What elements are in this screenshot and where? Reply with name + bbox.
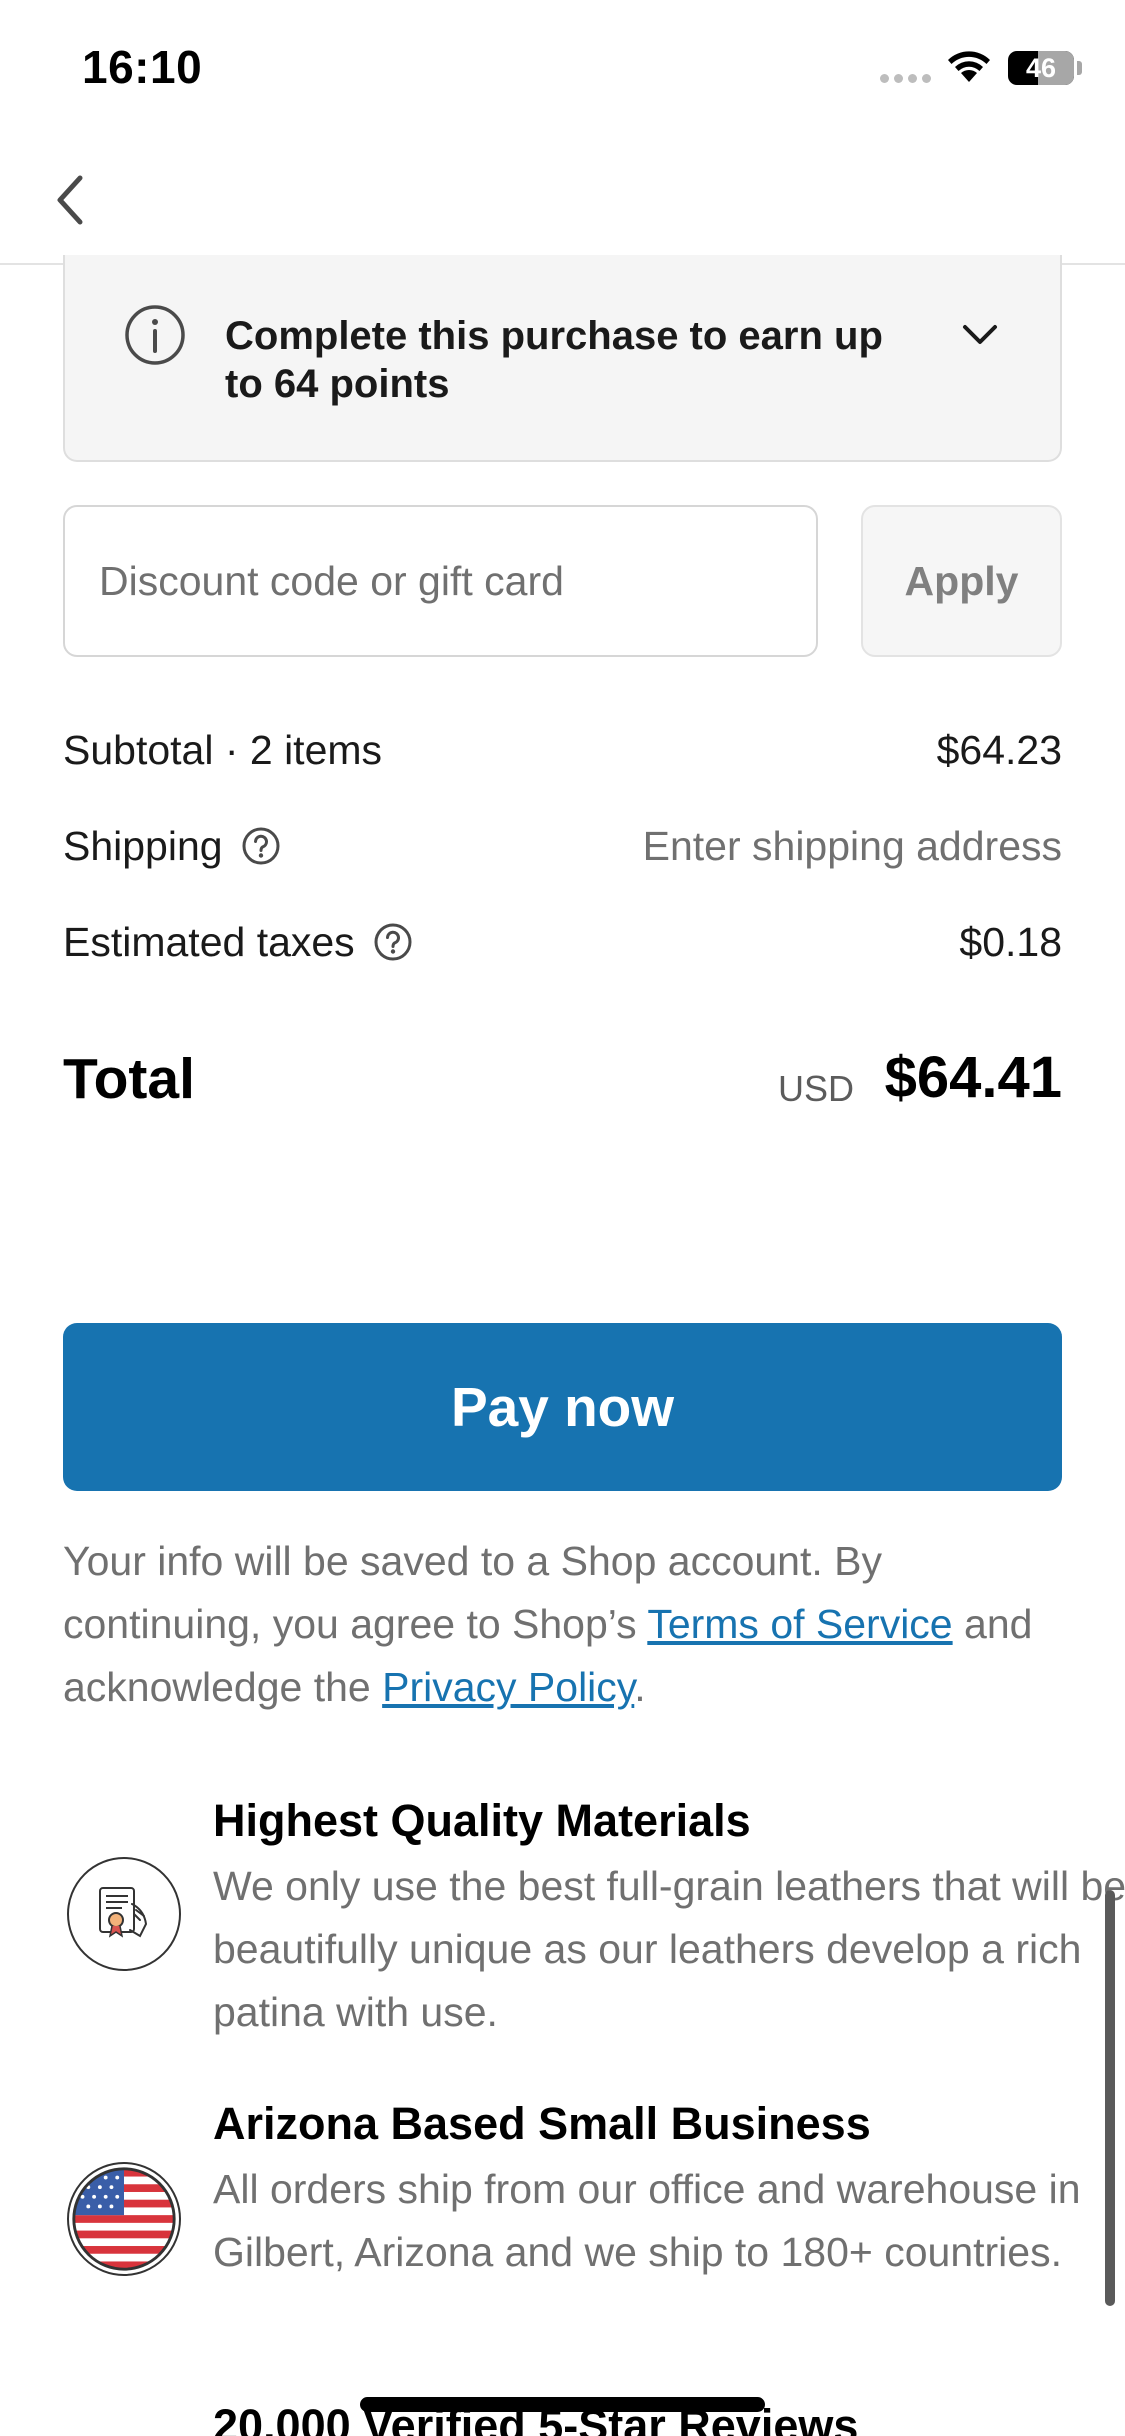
battery-nub (1077, 61, 1082, 75)
checkout-screen: 16:10 46 Complete this purchase to earn … (0, 0, 1125, 2436)
apply-discount-button[interactable]: Apply (861, 505, 1062, 657)
total-label: Total (63, 1047, 195, 1111)
help-icon[interactable] (373, 922, 413, 962)
terms-of-service-link[interactable]: Terms of Service (647, 1601, 952, 1647)
us-flag-glyph (72, 2167, 176, 2271)
shipping-row: Shipping Enter shipping address (63, 816, 1062, 876)
feature-body: All orders ship from our office and ware… (213, 2166, 1081, 2275)
subtotal-label: Subtotal · 2 items (63, 727, 383, 773)
back-button[interactable] (30, 160, 110, 240)
subtotal-value: $64.23 (936, 727, 1062, 773)
status-bar: 16:10 46 (0, 0, 1125, 140)
certificate-glyph (99, 1887, 148, 1938)
discount-code-input[interactable] (63, 505, 818, 657)
info-icon (125, 305, 185, 365)
wifi-icon (948, 51, 990, 82)
feature-body: We only use the best full-grain leathers… (213, 1863, 1125, 2035)
home-indicator[interactable] (360, 2397, 765, 2412)
help-icon[interactable] (241, 826, 281, 866)
pay-now-button[interactable]: Pay now (63, 1323, 1062, 1491)
shipping-label-group: Shipping (63, 816, 281, 876)
certificate-icon (67, 1857, 181, 1971)
legal-text-after: . (634, 1664, 646, 1710)
shipping-value: Enter shipping address (642, 823, 1062, 869)
taxes-label: Estimated taxes (63, 919, 355, 965)
taxes-value: $0.18 (959, 919, 1062, 965)
points-banner-text: Complete this purchase to earn up to 64 … (225, 314, 883, 406)
total-currency: USD (778, 1068, 855, 1109)
signal-dots-icon (880, 74, 931, 83)
scrollbar[interactable] (1105, 1890, 1115, 2306)
legal-text: Your info will be saved to a Shop accoun… (63, 1530, 1063, 1719)
shipping-label: Shipping (63, 823, 223, 869)
battery-icon: 46 (1008, 51, 1074, 85)
feature-title: Arizona Based Small Business (213, 2098, 871, 2149)
nav-bar (0, 140, 1125, 265)
total-amount: $64.41 (884, 1045, 1062, 1110)
battery-level: 46 (1025, 53, 1057, 83)
taxes-label-group: Estimated taxes (63, 912, 413, 972)
taxes-row: Estimated taxes $0.18 (63, 912, 1062, 972)
feature-title: Highest Quality Materials (213, 1795, 751, 1846)
privacy-policy-link[interactable]: Privacy Policy (382, 1664, 634, 1710)
status-time: 16:10 (82, 41, 203, 93)
points-banner[interactable]: Complete this purchase to earn up to 64 … (63, 255, 1062, 462)
chevron-down-icon[interactable] (960, 321, 1000, 349)
chevron-left-icon (57, 175, 83, 225)
subtotal-row: Subtotal · 2 items $64.23 (63, 720, 1062, 780)
us-flag-icon (67, 2162, 181, 2276)
